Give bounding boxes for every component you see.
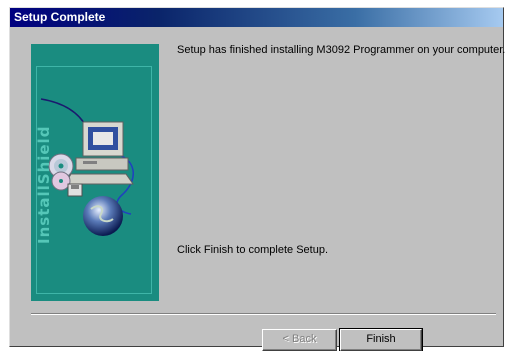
finished-message: Setup has finished installing M3092 Prog… xyxy=(177,44,506,56)
back-button[interactable]: < Back xyxy=(262,329,337,351)
cd-disc-icon xyxy=(51,171,71,191)
window-title: Setup Complete xyxy=(14,10,106,24)
setup-dialog: Setup Complete InstallShield Setup has f… xyxy=(9,7,506,351)
computer-icon xyxy=(64,121,134,185)
installshield-side-panel: InstallShield xyxy=(31,44,159,301)
finish-instruction: Click Finish to complete Setup. xyxy=(177,244,329,256)
title-bar[interactable]: Setup Complete xyxy=(10,8,503,27)
floppy-disk-icon xyxy=(67,183,83,197)
finish-button[interactable]: Finish xyxy=(339,328,423,351)
globe-icon xyxy=(83,196,123,236)
button-separator xyxy=(31,313,496,315)
installshield-brand: InstallShield xyxy=(35,125,53,244)
